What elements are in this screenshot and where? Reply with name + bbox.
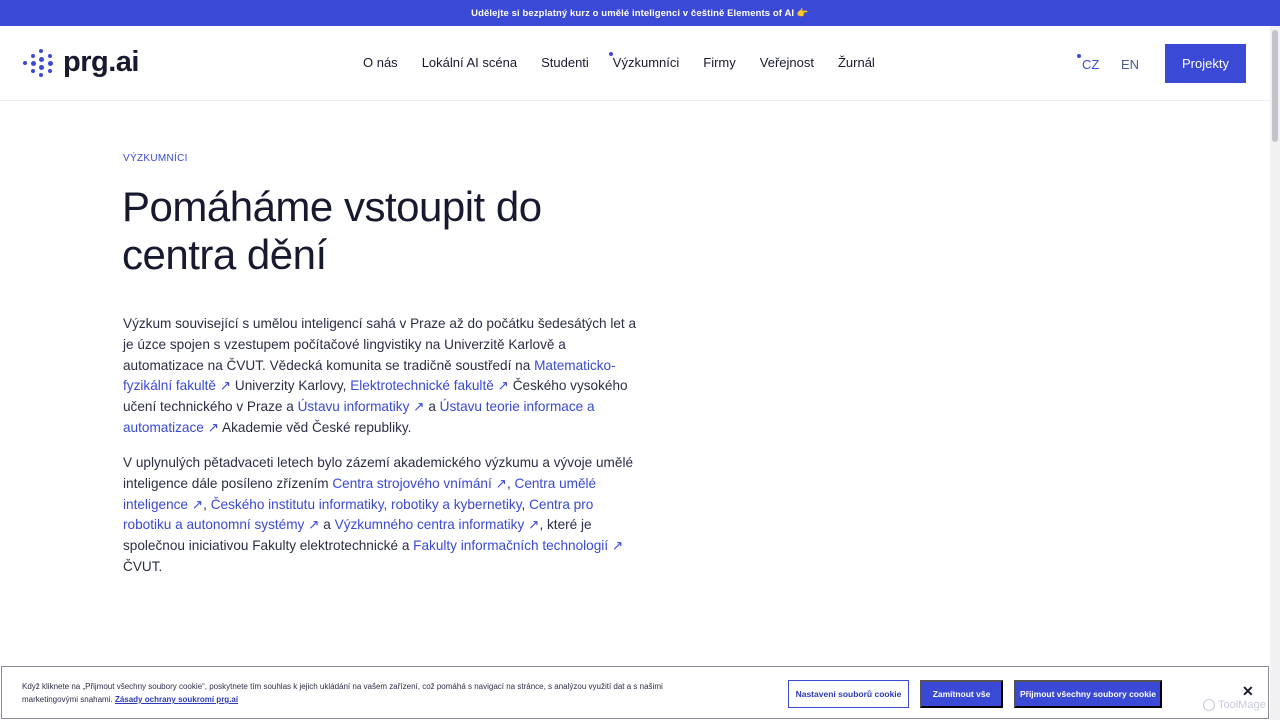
active-lang-dot bbox=[1077, 54, 1081, 58]
history-paragraph: V uplynulých pětadvaceti letech bylo záz… bbox=[123, 455, 634, 574]
scrollbar-thumb[interactable] bbox=[1272, 30, 1278, 142]
nav-item-o-nas[interactable]: O nás bbox=[363, 55, 398, 70]
promo-text[interactable]: Udělejte si bezplatný kurz o umělé intel… bbox=[471, 8, 809, 19]
watermark: ToolMage bbox=[1203, 699, 1266, 711]
nav-item-lokalni-ai-scena[interactable]: Lokální AI scéna bbox=[422, 55, 517, 70]
logo[interactable]: prg.ai bbox=[23, 46, 139, 79]
promo-banner[interactable]: Udělejte si bezplatný kurz o umělé intel… bbox=[0, 0, 1280, 26]
cookie-text: Když kliknete na „Přijmout všechny soubo… bbox=[22, 682, 663, 704]
cookie-banner: Když kliknete na „Přijmout všechny soubo… bbox=[1, 666, 1269, 719]
nav-item-firmy[interactable]: Firmy bbox=[703, 55, 736, 70]
reject-all-button[interactable]: Zamítnout vše bbox=[920, 680, 1003, 708]
main-nav: O nás Lokální AI scéna Studenti Výzkumní… bbox=[363, 52, 899, 70]
nav-item-vyzkumnici[interactable]: Výzkumníci bbox=[608, 52, 679, 70]
nav-item-verejnost[interactable]: Veřejnost bbox=[760, 55, 814, 70]
scrollbar[interactable] bbox=[1270, 26, 1280, 720]
link-fit[interactable]: Fakulty informačních technologií ↗ bbox=[413, 538, 623, 553]
projects-button[interactable]: Projekty bbox=[1165, 44, 1246, 83]
page-title: Pomáháme vstoupit do centra dění bbox=[122, 183, 542, 278]
close-icon[interactable]: ✕ bbox=[1242, 683, 1254, 700]
intro-paragraph: Výzkum související s umělou inteligencí … bbox=[123, 316, 637, 435]
logo-dots-icon bbox=[23, 48, 55, 77]
link-vyzkumne-centrum-informatiky[interactable]: Výzkumného centra informatiky ↗ bbox=[335, 517, 540, 532]
logo-text: prg.ai bbox=[63, 46, 139, 78]
nav-item-studenti[interactable]: Studenti bbox=[541, 55, 589, 70]
link-centrum-strojoveho-vnimani[interactable]: Centra strojového vnímání ↗ bbox=[332, 476, 507, 491]
watermark-icon bbox=[1203, 699, 1215, 711]
lang-en[interactable]: EN bbox=[1121, 57, 1139, 72]
lang-cz[interactable]: CZ bbox=[1077, 54, 1099, 72]
accept-all-button[interactable]: Přijmout všechny soubory cookie bbox=[1014, 680, 1162, 708]
site-header: prg.ai O nás Lokální AI scéna Studenti V… bbox=[0, 26, 1270, 101]
section-kicker: VÝZKUMNÍCI bbox=[123, 153, 188, 164]
nav-item-zurnal[interactable]: Žurnál bbox=[838, 55, 875, 70]
active-indicator-dot bbox=[608, 52, 613, 56]
privacy-policy-link[interactable]: Zásady ochrany soukromí prg.ai bbox=[115, 695, 238, 704]
link-ustav-informatiky[interactable]: Ústavu informatiky ↗ bbox=[298, 399, 425, 414]
cookie-settings-button[interactable]: Nastavení souborů cookie bbox=[788, 680, 909, 708]
link-ciirc[interactable]: Českého institutu informatiky, robotiky … bbox=[211, 497, 522, 512]
link-fel[interactable]: Elektrotechnické fakultě ↗ bbox=[350, 378, 509, 393]
